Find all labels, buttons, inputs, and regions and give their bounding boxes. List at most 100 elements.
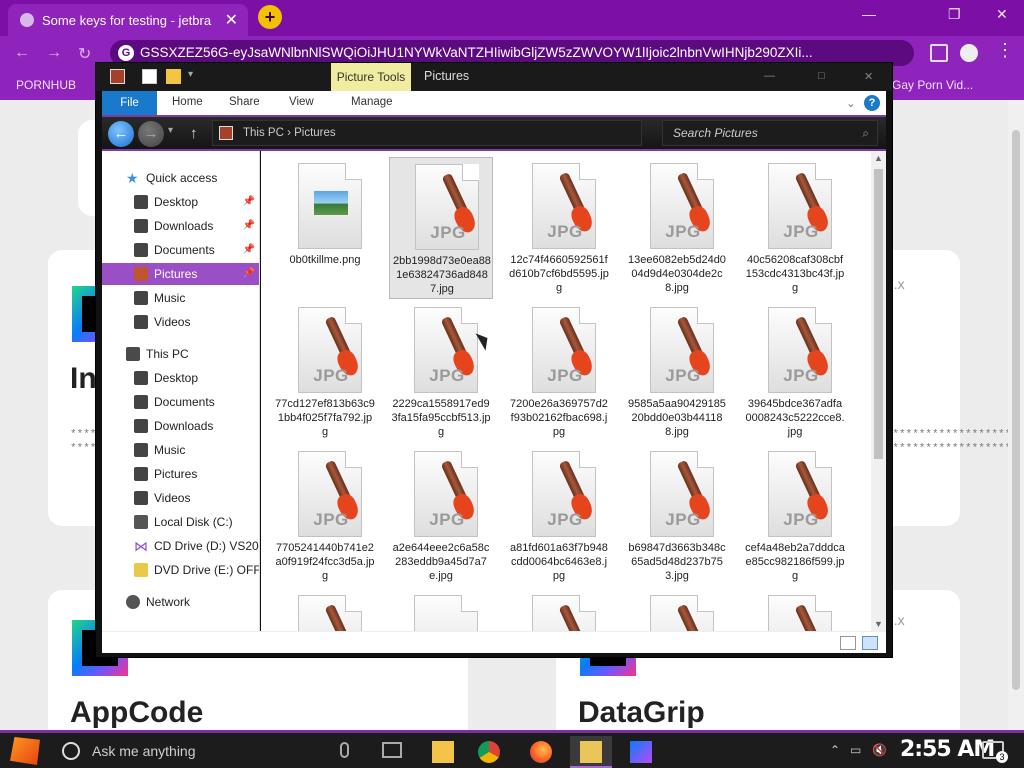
ribbon-expand-icon[interactable]: ⌄ bbox=[846, 96, 856, 110]
nav-pc-music[interactable]: Music bbox=[102, 439, 259, 461]
nav-quick-downloads[interactable]: Downloads 📌 bbox=[102, 215, 259, 237]
nav-pc-downloads[interactable]: Downloads bbox=[102, 415, 259, 437]
file-item[interactable]: JPG 12c74f4660592561fd610b7cf6bd5595.jpg bbox=[507, 157, 611, 299]
help-icon[interactable]: ? bbox=[864, 95, 880, 111]
bookmark-gay-porn-vid[interactable]: Gay Porn Vid... bbox=[892, 78, 973, 92]
nav-pc-videos[interactable]: Videos bbox=[102, 487, 259, 509]
action-center-icon[interactable]: 3 bbox=[982, 741, 1008, 763]
file-item[interactable]: JPG cef4a48eb2a7dddcae85cc982186f599.jpg bbox=[743, 445, 847, 587]
nav-quick-documents[interactable]: Documents 📌 bbox=[102, 239, 259, 261]
file-item[interactable]: JPG 2bb1998d73e0ea881e63824736ad8487.jpg bbox=[389, 157, 493, 299]
file-item[interactable]: JPG a81fd601a63f7b948cdd0064bc6463e8.jpg bbox=[507, 445, 611, 587]
file-item[interactable]: JPG 2229ca1558917ed93fa15fa95ccbf513.jpg bbox=[389, 301, 493, 443]
file-item[interactable] bbox=[389, 589, 493, 631]
file-item[interactable]: JPG 13ee6082eb5d24d004d9d4e0304de2c8.jpg bbox=[625, 157, 729, 299]
pin-icon[interactable]: 📌 bbox=[243, 239, 255, 261]
scroll-up-arrow-icon[interactable]: ▲ bbox=[871, 153, 886, 163]
details-view-icon[interactable] bbox=[840, 636, 856, 650]
nav-quick-music[interactable]: Music bbox=[102, 287, 259, 309]
file-item[interactable]: JPG 7200e26a369757d2f93b02162fbac698.jpg bbox=[507, 301, 611, 443]
taskbar-file-explorer[interactable] bbox=[422, 736, 464, 768]
taskbar-goland[interactable] bbox=[620, 736, 662, 768]
network-tray-icon[interactable]: ▭ bbox=[850, 743, 861, 757]
minimize-window-button[interactable]: — bbox=[862, 6, 876, 22]
pin-icon[interactable]: 📌 bbox=[243, 191, 255, 213]
ribbon-tab-view[interactable]: View bbox=[289, 96, 314, 108]
file-item[interactable] bbox=[743, 589, 847, 631]
ribbon-tab-manage[interactable]: Manage bbox=[351, 96, 393, 108]
properties-icon[interactable] bbox=[142, 69, 157, 84]
forward-arrow-icon[interactable]: → bbox=[46, 44, 62, 62]
ribbon-tab-file[interactable]: File bbox=[102, 91, 157, 115]
new-folder-icon[interactable] bbox=[166, 69, 181, 84]
scroll-down-arrow-icon[interactable]: ▼ bbox=[871, 619, 886, 629]
file-item[interactable]: JPG 40c56208caf308cbf153cdc4313bc43f.jpg bbox=[743, 157, 847, 299]
file-item[interactable]: JPG 9585a5aa9042918520bdd0e03b441188.jpg bbox=[625, 301, 729, 443]
nav-pc-desktop[interactable]: Desktop bbox=[102, 367, 259, 389]
explorer-minimize-button[interactable]: — bbox=[764, 70, 775, 82]
nav-this-pc[interactable]: This PC bbox=[102, 343, 259, 365]
file-item[interactable]: 0b0tkillme.png bbox=[273, 157, 377, 299]
search-pictures-input[interactable]: Search Pictures ⌕ bbox=[662, 120, 878, 146]
explorer-close-button[interactable]: ✕ bbox=[864, 70, 873, 83]
close-window-button[interactable]: ✕ bbox=[996, 6, 1008, 23]
back-arrow-icon[interactable]: ← bbox=[14, 44, 30, 62]
taskbar-clock[interactable]: 2:55 AM bbox=[900, 737, 995, 762]
ribbon-tab-home[interactable]: Home bbox=[172, 96, 203, 108]
up-arrow-icon[interactable]: ↑ bbox=[190, 125, 198, 142]
page-scroll-thumb[interactable] bbox=[1012, 130, 1020, 690]
customize-toolbar-icon[interactable]: ▾ bbox=[188, 69, 203, 84]
microphone-icon[interactable] bbox=[340, 742, 349, 758]
file-item[interactable]: JPG 77cd127ef813b63c91bb4f025f7fa792.jpg bbox=[273, 301, 377, 443]
nav-network[interactable]: Network bbox=[102, 591, 259, 613]
explorer-forward-button[interactable]: → bbox=[138, 121, 164, 147]
nav-quick-access[interactable]: ★ Quick access bbox=[102, 167, 259, 189]
nav-pc-documents[interactable]: Documents bbox=[102, 391, 259, 413]
jpg-file-icon: JPG bbox=[650, 451, 714, 537]
bookmark-pornhub[interactable]: PORNHUB bbox=[16, 78, 76, 92]
file-item[interactable]: JPG 39645bdce367adfa0008243c5222cce8.jpg bbox=[743, 301, 847, 443]
taskbar-firefox[interactable] bbox=[520, 736, 562, 768]
menu-kebab-icon[interactable]: ⋮ bbox=[996, 40, 1014, 61]
nav-cd-drive-d[interactable]: ⋈ CD Drive (D:) VS20: bbox=[102, 535, 259, 557]
file-item[interactable]: JPG a2e644eee2c6a58c283eddb9a45d7a7e.jpg bbox=[389, 445, 493, 587]
taskbar-chrome[interactable] bbox=[468, 736, 510, 768]
large-icons-view-icon[interactable] bbox=[862, 636, 878, 650]
profile-avatar-icon[interactable] bbox=[960, 44, 978, 62]
nav-quick-videos[interactable]: Videos bbox=[102, 311, 259, 333]
page-scrollbar[interactable] bbox=[1008, 100, 1024, 730]
new-tab-button[interactable]: + bbox=[258, 5, 282, 29]
reload-icon[interactable]: ↻ bbox=[78, 44, 91, 64]
nav-quick-pictures[interactable]: Pictures 📌 bbox=[102, 263, 259, 285]
task-view-icon[interactable] bbox=[382, 742, 402, 758]
picture-tools-tab[interactable]: Picture Tools bbox=[331, 63, 411, 91]
file-item[interactable] bbox=[273, 589, 377, 631]
extension-icon[interactable] bbox=[930, 44, 948, 62]
pin-icon[interactable]: 📌 bbox=[243, 215, 255, 237]
file-item[interactable]: JPG 7705241440b741e2a0f919f24fcc3d5a.jpg bbox=[273, 445, 377, 587]
recent-locations-icon[interactable]: ▾ bbox=[168, 125, 173, 136]
explorer-maximize-button[interactable]: □ bbox=[818, 70, 825, 82]
explorer-back-button[interactable]: ← bbox=[108, 121, 134, 147]
breadcrumb[interactable]: This PC › Pictures bbox=[212, 120, 642, 146]
ribbon-tab-share[interactable]: Share bbox=[229, 96, 260, 108]
nav-local-disk-c[interactable]: Local Disk (C:) bbox=[102, 511, 259, 533]
file-item[interactable] bbox=[625, 589, 729, 631]
file-grid-scrollbar[interactable]: ▲ ▼ bbox=[871, 151, 886, 631]
pin-icon[interactable]: 📌 bbox=[243, 263, 255, 285]
tab-close-icon[interactable]: ✕ bbox=[225, 10, 238, 30]
taskbar-explorer-active[interactable] bbox=[570, 736, 612, 768]
volume-muted-icon[interactable]: 🔇 bbox=[872, 743, 887, 757]
nav-quick-desktop[interactable]: Desktop 📌 bbox=[102, 191, 259, 213]
file-grid-scroll-thumb[interactable] bbox=[874, 169, 883, 459]
nav-dvd-drive-e[interactable]: DVD Drive (E:) OFFI bbox=[102, 559, 259, 581]
cortana-search-box[interactable]: Ask me anything bbox=[56, 735, 326, 767]
browser-tab[interactable]: Some keys for testing - jetbra ✕ bbox=[8, 4, 248, 36]
restore-window-button[interactable]: ❐ bbox=[948, 6, 961, 23]
file-item[interactable] bbox=[507, 589, 611, 631]
nav-pc-pictures[interactable]: Pictures bbox=[102, 463, 259, 485]
start-button-icon[interactable] bbox=[10, 737, 40, 765]
downloads-icon bbox=[134, 419, 148, 433]
file-item[interactable]: JPG b69847d3663b348c65ad5d48d237b753.jpg bbox=[625, 445, 729, 587]
tray-chevron-icon[interactable]: ⌃ bbox=[830, 743, 840, 757]
